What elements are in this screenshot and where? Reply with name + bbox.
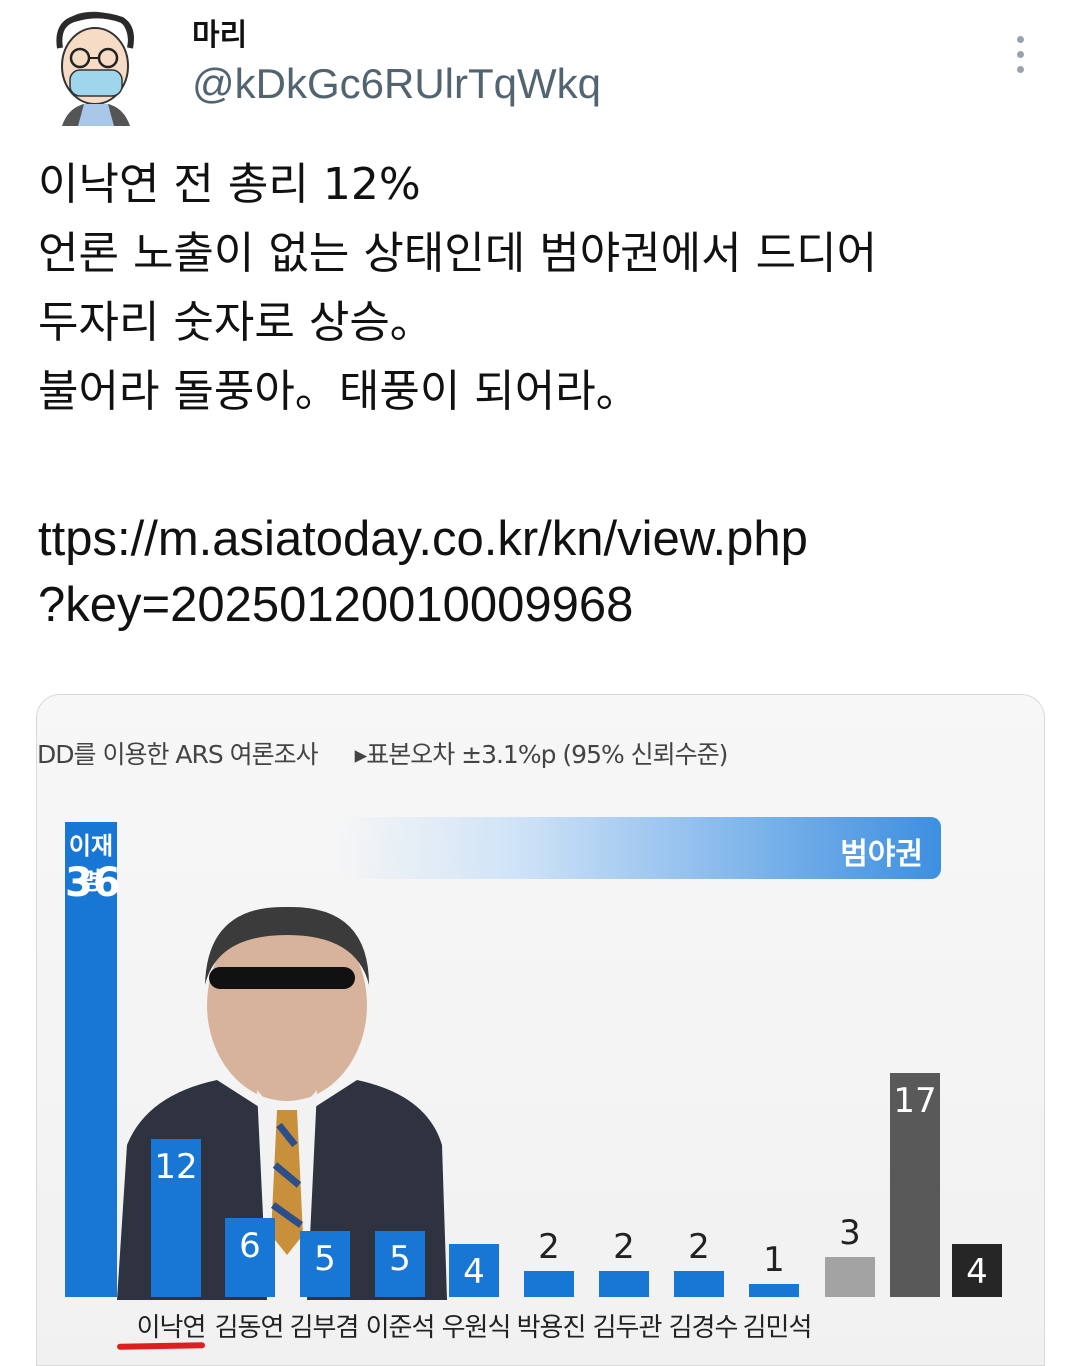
chart-bar: 2 xyxy=(524,1227,574,1297)
chart-bar: 2 xyxy=(599,1227,649,1297)
bar-value-label: 12 xyxy=(154,1147,198,1187)
opposition-banner: 범야권 xyxy=(337,817,941,879)
tweet-text-line: 두자리 숫자로 상승。 xyxy=(38,297,434,348)
category-label: 김민석 xyxy=(742,1313,813,1343)
tweet-text-line: 언론 노출이 없는 상태인데 범야권에서 드디어 xyxy=(38,228,878,279)
bar-value-label: 1 xyxy=(763,1240,785,1280)
survey-method-text: DD를 이용한 ARS 여론조사 xyxy=(37,740,319,769)
bar-value-label: 4 xyxy=(463,1252,485,1292)
vertical-ellipsis-icon xyxy=(1016,35,1024,43)
bar-value-label: 3 xyxy=(839,1213,861,1253)
tweet-text-line: 불어라 돌풍아。태풍이 되어라。 xyxy=(38,366,640,417)
chart-bar: 5 xyxy=(300,1231,350,1297)
category-label: 이준석 xyxy=(365,1313,436,1343)
article-link[interactable]: ttps://m.asiatoday.co.kr/kn/view.php ?ke… xyxy=(38,506,808,638)
article-link-line[interactable]: ttps://m.asiatoday.co.kr/kn/view.php xyxy=(38,506,808,572)
chart-bar: 17 xyxy=(890,1073,940,1297)
chart-bar: 12 xyxy=(151,1139,201,1297)
chart-bar: 36 이재명 xyxy=(65,822,121,1297)
more-options-button[interactable] xyxy=(1002,30,1038,78)
category-label: 김경수 xyxy=(668,1313,739,1343)
bar-value-label: 5 xyxy=(314,1239,336,1279)
display-name[interactable]: 마리 xyxy=(192,10,247,54)
bar-value-label: 6 xyxy=(239,1226,261,1266)
category-label: 우원식 xyxy=(441,1313,512,1343)
top-bar-name-label: 이재명 xyxy=(68,832,114,895)
chart-bar: 1 xyxy=(749,1240,799,1297)
attached-chart-image[interactable]: DD를 이용한 ARS 여론조사 ▸표본오차 ±3.1%p (95% 신뢰수준)… xyxy=(36,694,1045,1366)
chart-bar: 4 xyxy=(449,1244,499,1297)
tweet-text: 이낙연 전 총리 12% 언론 노출이 없는 상태인데 범야권에서 드디어 두자… xyxy=(38,150,1048,426)
category-label: 김동연 xyxy=(214,1313,285,1343)
bar-value-label: 2 xyxy=(688,1227,710,1267)
opposition-label: 범야권 xyxy=(840,837,923,872)
masked-person-avatar-icon xyxy=(56,11,134,126)
bar-value-label: 4 xyxy=(966,1252,988,1292)
category-label: 김두관 xyxy=(592,1313,663,1343)
chart-bar: 2 xyxy=(674,1227,724,1297)
chart-bar: 3 xyxy=(825,1213,875,1297)
article-link-line[interactable]: ?key=20250120010009968 xyxy=(38,572,808,638)
bar-value-label: 17 xyxy=(893,1081,937,1121)
category-label: 이낙연 xyxy=(136,1313,207,1343)
bar-value-label: 2 xyxy=(538,1227,560,1267)
censor-bar xyxy=(209,967,355,989)
bar-value-label: 5 xyxy=(389,1239,411,1279)
user-avatar[interactable] xyxy=(48,8,144,126)
chart-header: DD를 이용한 ARS 여론조사 ▸표본오차 ±3.1%p (95% 신뢰수준) xyxy=(37,735,729,771)
category-label: 박용진 xyxy=(516,1313,587,1343)
chart-bar: 6 xyxy=(225,1218,275,1297)
tweet-text-line: 이낙연 전 총리 12% xyxy=(38,159,421,210)
bar-value-label: 2 xyxy=(613,1227,635,1267)
chart-bar: 4 xyxy=(952,1244,1002,1297)
category-label: 김부겸 xyxy=(289,1313,360,1343)
chart-bar: 5 xyxy=(375,1231,425,1297)
user-handle[interactable]: @kDkGc6RUlrTqWkq xyxy=(192,60,601,108)
margin-of-error-text: ▸표본오차 ±3.1%p (95% 신뢰수준) xyxy=(354,740,729,769)
red-underline-mark xyxy=(116,1342,206,1350)
